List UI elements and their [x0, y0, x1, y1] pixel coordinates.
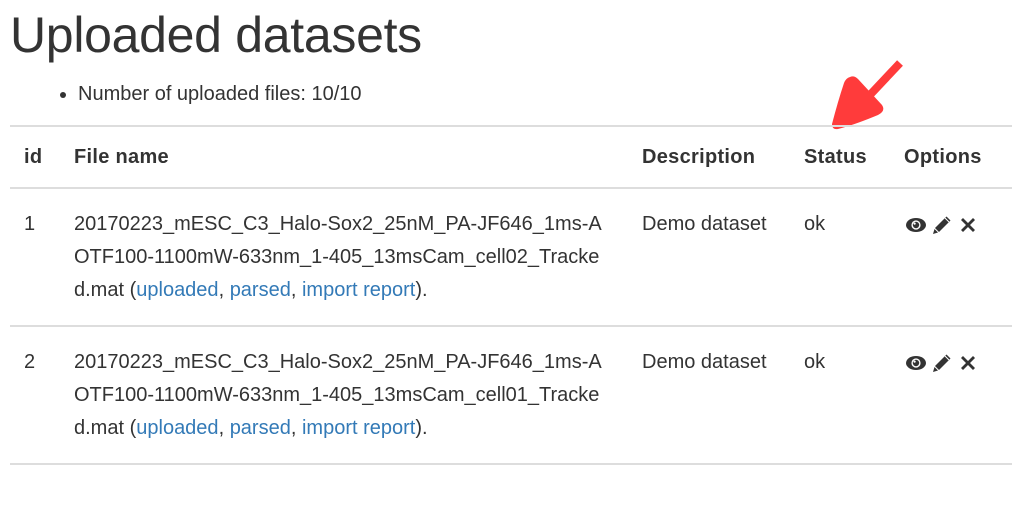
separator: ,: [290, 279, 302, 301]
separator: ,: [218, 417, 230, 439]
edit-icon[interactable]: [930, 352, 954, 374]
row-id: 1: [24, 213, 36, 235]
row-file-cell: 20170223_mESC_C3_Halo-Sox2_25nM_PA-JF646…: [60, 326, 628, 464]
row-status: ok: [804, 351, 826, 373]
paren-open: (: [124, 279, 137, 301]
parsed-link[interactable]: parsed: [230, 417, 291, 439]
row-options: [890, 188, 1012, 326]
table-header-row: id File name Description Status Options: [10, 126, 1012, 188]
header-status: Status: [804, 145, 867, 168]
separator: ,: [218, 279, 230, 301]
parsed-link[interactable]: parsed: [230, 279, 291, 301]
header-options: Options: [904, 145, 982, 168]
summary-list: Number of uploaded files: 10/10: [40, 80, 362, 108]
uploaded-files-count: Number of uploaded files: 10/10: [78, 80, 362, 108]
header-id: id: [24, 145, 43, 168]
edit-icon[interactable]: [930, 214, 954, 236]
delete-icon[interactable]: [956, 352, 980, 374]
row-description: Demo dataset: [642, 213, 767, 235]
header-file-name: File name: [74, 145, 169, 168]
view-icon[interactable]: [904, 352, 928, 374]
paren-close: ).: [415, 417, 428, 439]
row-file-cell: 20170223_mESC_C3_Halo-Sox2_25nM_PA-JF646…: [60, 188, 628, 326]
paren-open: (: [124, 417, 137, 439]
paren-close: ).: [415, 279, 428, 301]
row-options: [890, 326, 1012, 464]
import-report-link[interactable]: import report: [302, 279, 415, 301]
import-report-link[interactable]: import report: [302, 417, 415, 439]
delete-icon[interactable]: [956, 214, 980, 236]
row-id: 2: [24, 351, 36, 373]
table-row: 1 20170223_mESC_C3_Halo-Sox2_25nM_PA-JF6…: [10, 188, 1012, 326]
page-title: Uploaded datasets: [10, 7, 422, 63]
separator: ,: [290, 417, 302, 439]
uploaded-link[interactable]: uploaded: [136, 279, 218, 301]
table-row: 2 20170223_mESC_C3_Halo-Sox2_25nM_PA-JF6…: [10, 326, 1012, 464]
uploaded-link[interactable]: uploaded: [136, 417, 218, 439]
row-description: Demo dataset: [642, 351, 767, 373]
row-status: ok: [804, 213, 826, 235]
header-description: Description: [642, 145, 756, 168]
view-icon[interactable]: [904, 214, 928, 236]
datasets-table: id File name Description Status Options …: [10, 125, 1012, 465]
